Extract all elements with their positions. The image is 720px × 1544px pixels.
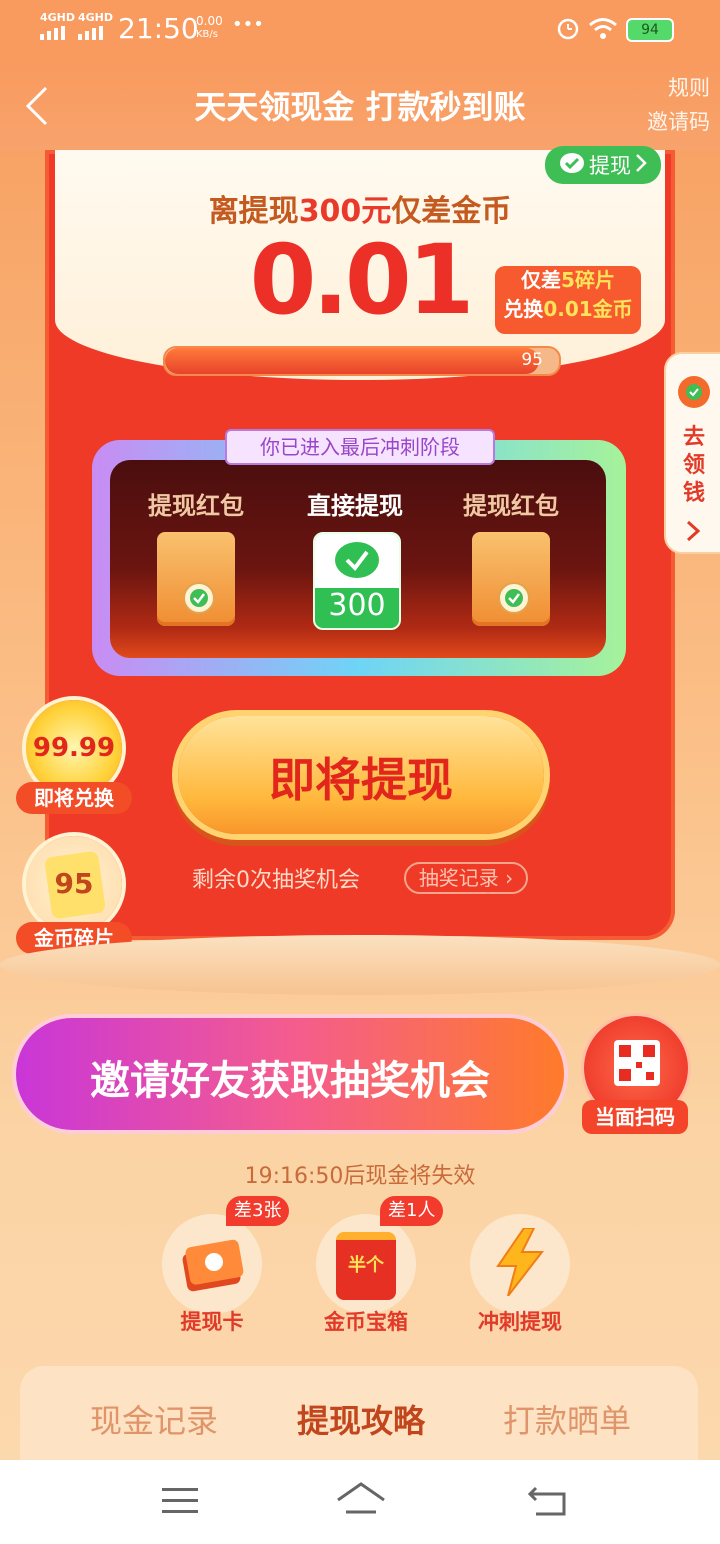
wechat-icon <box>559 152 585 179</box>
tab-payment-showcase[interactable]: 打款晒单 <box>467 1396 667 1442</box>
progress-bar: 95 <box>163 346 561 376</box>
wechat-seal-icon <box>498 582 530 614</box>
coin-chest-chip: 差1人 <box>380 1196 444 1226</box>
shortfall-badge: 仅差5碎片 兑换0.01金币 <box>495 266 641 334</box>
wifi-icon <box>588 16 618 44</box>
badge-line-2: 兑换0.01金币 <box>495 295 641 324</box>
badge-line-1: 仅差5碎片 <box>495 266 641 295</box>
side-tab-char: 钱 <box>682 481 705 506</box>
more-dots-icon: ••• <box>232 14 264 35</box>
lightning-icon <box>494 1227 546 1300</box>
coin-fragment-value: 95 <box>54 867 94 900</box>
get-money-side-tab[interactable]: 去 领 钱 <box>664 352 720 554</box>
red-envelope-right[interactable] <box>472 532 550 626</box>
home-icon[interactable] <box>336 1482 386 1522</box>
badge-line-2-prefix: 兑换 <box>503 297 544 321</box>
coin-chest-feature[interactable]: 半个 <box>316 1214 416 1314</box>
draw-record-label: 抽奖记录 <box>418 866 499 890</box>
net-speed-value: 0.00 <box>196 14 223 28</box>
badge-line-1-prefix: 仅差 <box>521 268 562 292</box>
wechat-seal-icon <box>183 582 215 614</box>
chevron-right-icon: › <box>498 866 514 890</box>
qr-scan-label[interactable]: 当面扫码 <box>582 1100 688 1134</box>
rules-link[interactable]: 规则 <box>668 72 710 102</box>
signal-1-icon <box>40 25 72 44</box>
battery-level: 94 <box>641 22 659 38</box>
alarm-icon <box>556 16 580 44</box>
wechat-pay-icon <box>315 534 399 588</box>
invite-friends-label: 邀请好友获取抽奖机会 <box>90 1058 490 1104</box>
system-nav-bar <box>0 1460 720 1544</box>
side-tab-text: 去 领 钱 <box>666 424 720 508</box>
menu-icon[interactable] <box>162 1486 198 1520</box>
remaining-chances: 剩余0次抽奖机会 <box>192 868 360 893</box>
direct-withdraw-value: 300 <box>328 588 386 623</box>
tab-cash-record[interactable]: 现金记录 <box>54 1396 254 1442</box>
expire-countdown: 19:16:50后现金将失效 <box>244 1164 476 1189</box>
back-nav-icon[interactable] <box>527 1484 568 1522</box>
gift-box-text: 半个 <box>348 1255 384 1276</box>
withdraw-soon-button[interactable]: 即将提现 <box>178 716 544 834</box>
withdraw-card-feature[interactable] <box>162 1214 262 1314</box>
signal-2-icon <box>78 25 110 44</box>
withdraw-soon-label: 即将提现 <box>269 753 453 807</box>
sprint-withdraw-feature[interactable] <box>470 1214 570 1314</box>
chevron-right-icon <box>686 520 701 546</box>
side-tab-char: 去 <box>682 425 705 450</box>
stage-platform <box>0 935 720 995</box>
gift-box-icon: 半个 <box>336 1232 396 1300</box>
chevron-right-icon <box>635 153 647 178</box>
withdraw-tag-button[interactable]: 提现 <box>545 146 661 184</box>
slot-mid-label: 直接提现 <box>307 492 403 520</box>
invite-code-link[interactable]: 邀请码 <box>647 106 710 136</box>
direct-withdraw-card[interactable]: 300 <box>313 532 401 630</box>
page-title: 天天领现金 打款秒到账 <box>194 88 526 126</box>
coin-fragment-icon[interactable]: 95 <box>26 836 122 932</box>
badge-line-2-value: 0.01金币 <box>543 297 633 321</box>
net-speed-unit: KB/s <box>196 29 218 40</box>
sprint-withdraw-label[interactable]: 冲刺提现 <box>465 1306 575 1336</box>
signal-1-label: 4GHD <box>40 11 76 24</box>
status-bar: 4GHD 4GHD 21:50 0.00 KB/s ••• 94 <box>0 0 720 58</box>
draw-record-link[interactable]: 抽奖记录 › <box>404 862 528 894</box>
signal-2-label: 4GHD <box>78 11 114 24</box>
progress-fill <box>165 348 540 374</box>
withdraw-card-chip: 差3张 <box>226 1196 290 1226</box>
clock: 21:50 <box>118 12 199 45</box>
side-tab-char: 领 <box>682 453 705 478</box>
invite-friends-button[interactable]: 邀请好友获取抽奖机会 <box>16 1018 564 1130</box>
battery-icon: 94 <box>626 18 674 42</box>
coin-chest-label[interactable]: 金币宝箱 <box>311 1306 421 1336</box>
qr-code-icon <box>614 1040 660 1090</box>
progress-value: 95 <box>521 350 543 370</box>
coin-exchange-label[interactable]: 即将兑换 <box>16 782 132 814</box>
lifebuoy-icon <box>676 374 712 414</box>
stage-tag: 你已进入最后冲刺阶段 <box>225 429 495 465</box>
tab-withdraw-guide[interactable]: 提现攻略 <box>261 1396 461 1442</box>
red-envelope-left[interactable] <box>157 532 235 626</box>
slot-left-label: 提现红包 <box>148 492 244 520</box>
badge-line-1-value: 5碎片 <box>561 268 615 292</box>
slot-right-label: 提现红包 <box>463 492 559 520</box>
withdraw-card-label[interactable]: 提现卡 <box>157 1306 267 1336</box>
withdraw-tag-label: 提现 <box>589 154 631 178</box>
withdraw-card-icon <box>180 1236 246 1296</box>
